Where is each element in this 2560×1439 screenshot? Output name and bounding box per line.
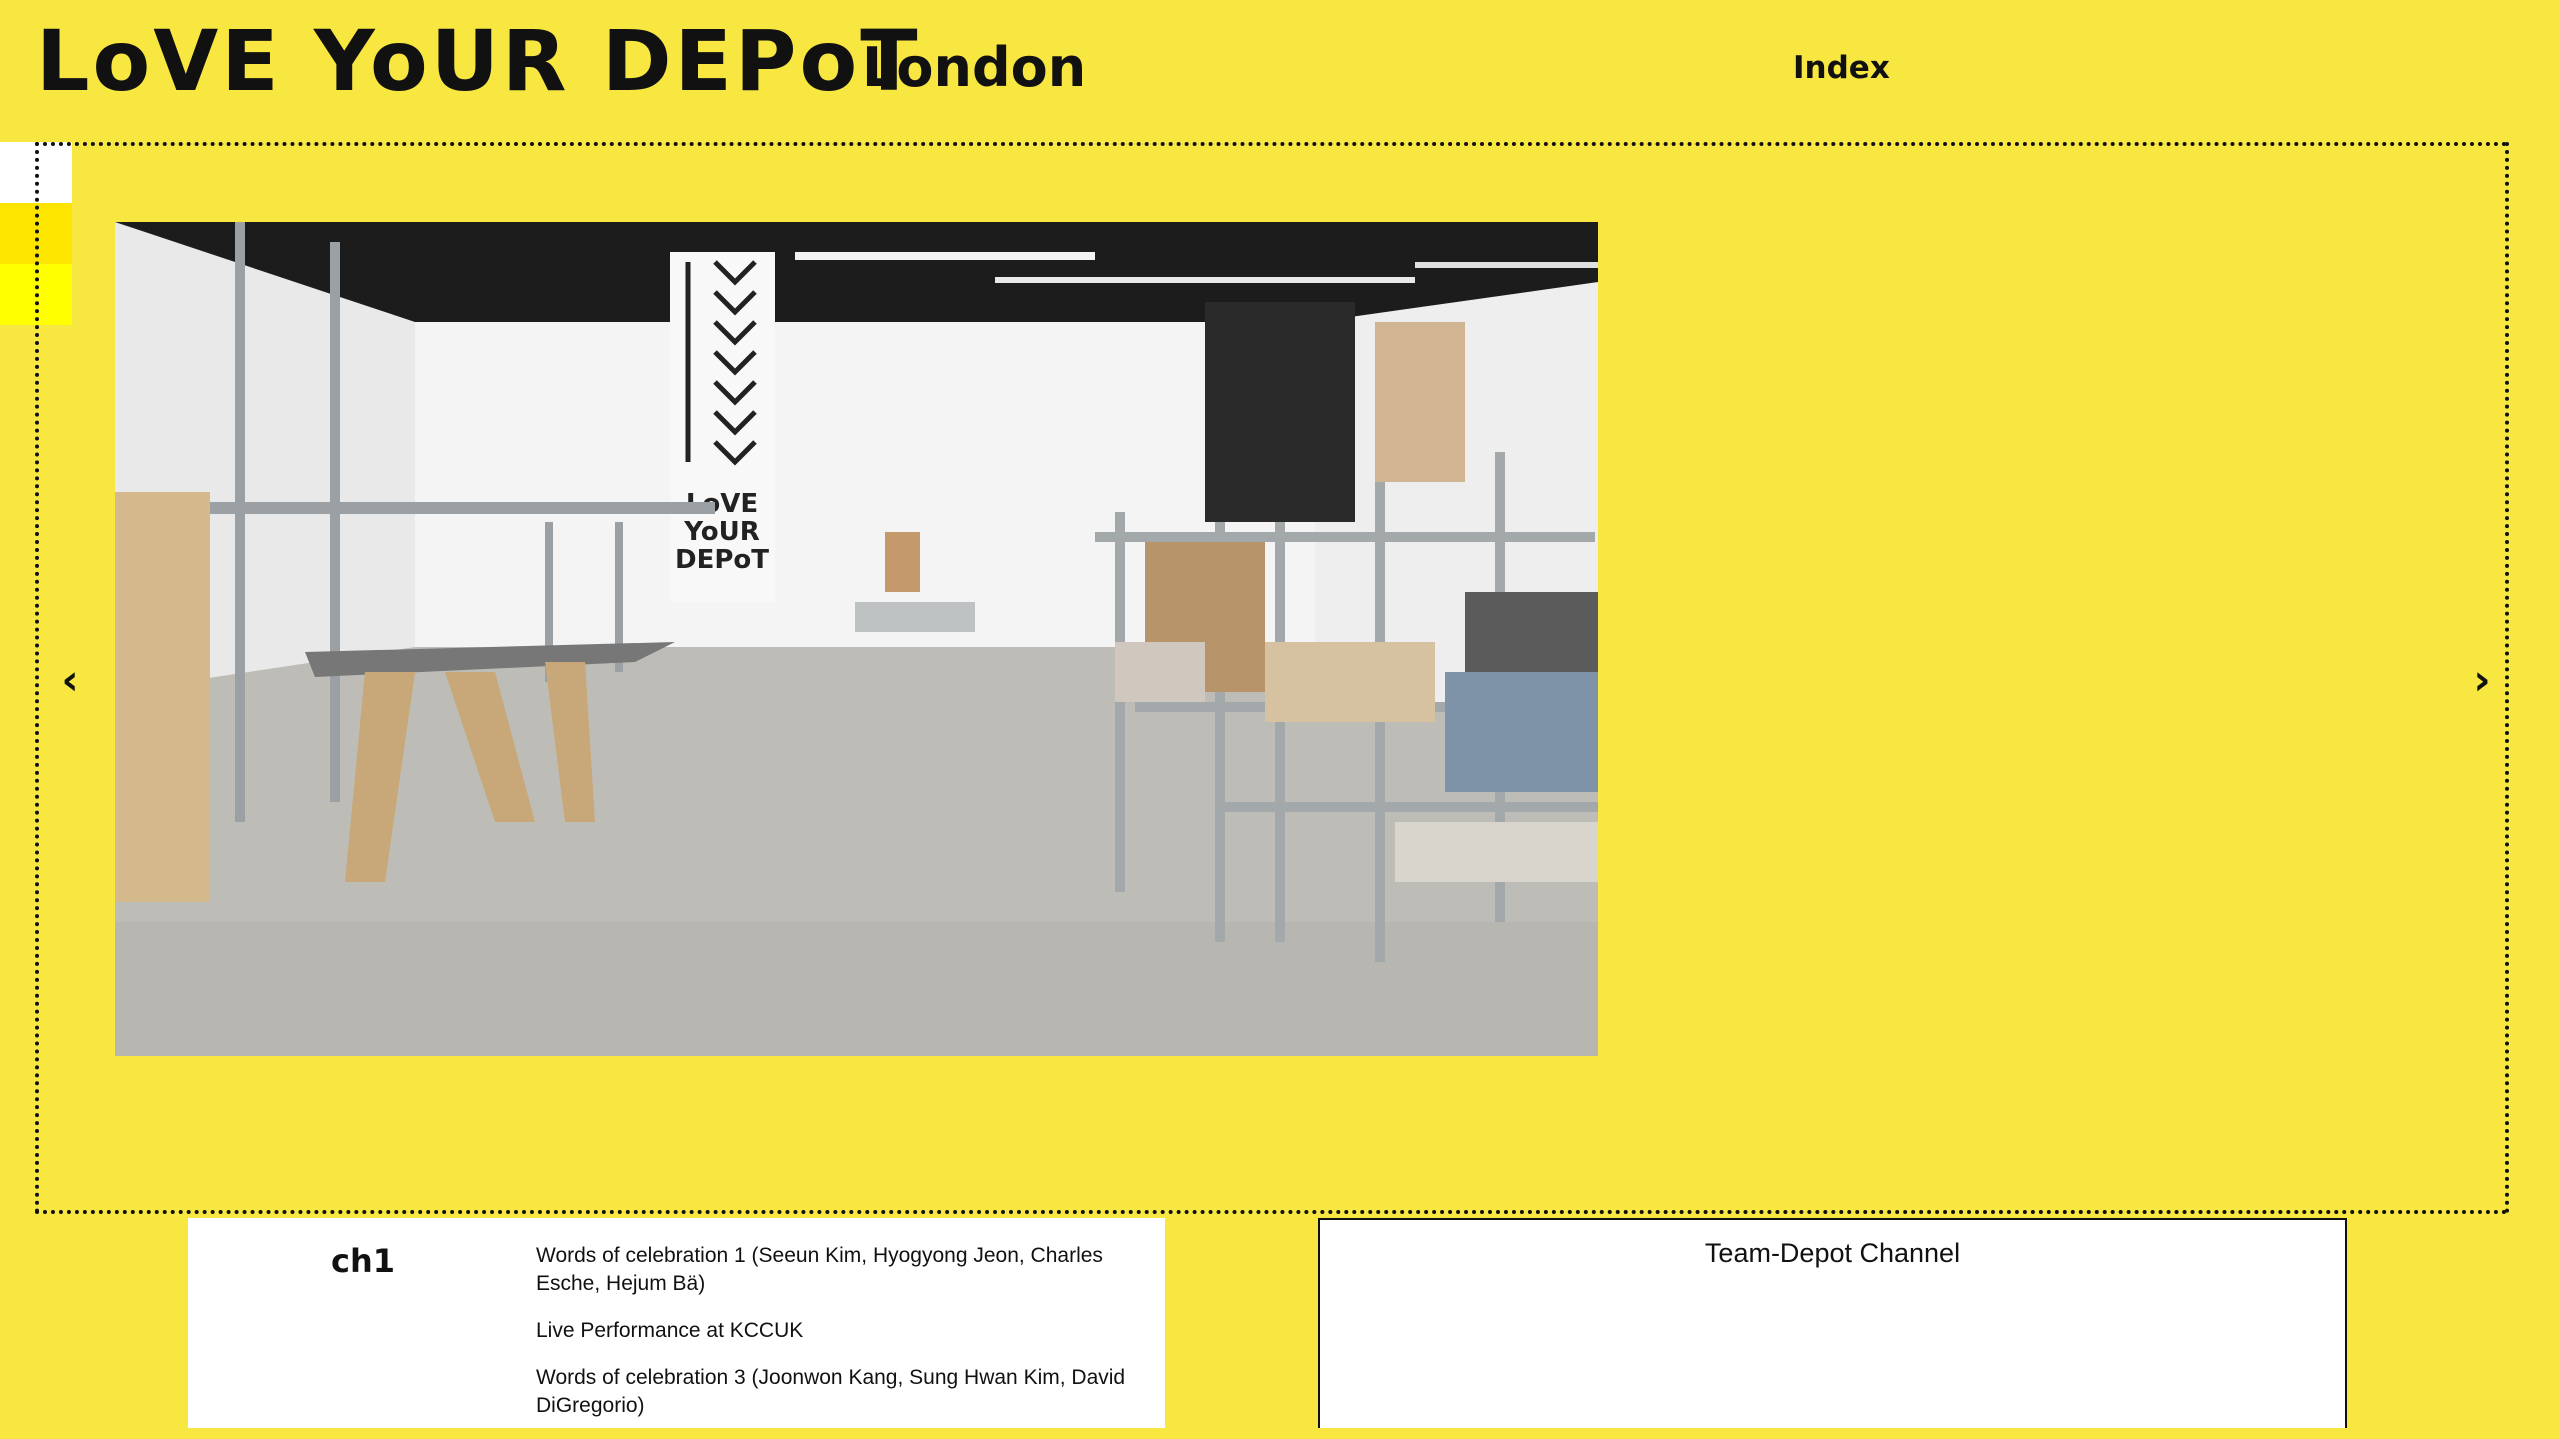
- channel-title: Team-Depot Channel: [1704, 1238, 1961, 1268]
- location-label: London: [862, 36, 1087, 99]
- site-logo[interactable]: LoVE YoUR DEPoT: [36, 6, 921, 116]
- chapters-panel: ch1 Words of celebration 1 (Seeun Kim, H…: [188, 1218, 1165, 1428]
- index-link[interactable]: Index: [1793, 48, 1890, 88]
- chapter-list: Words of celebration 1 (Seeun Kim, Hyogy…: [536, 1242, 1136, 1439]
- chapter-item[interactable]: Words of celebration 1 (Seeun Kim, Hyogy…: [536, 1242, 1136, 1298]
- photo-sign-line-2: YoUR: [683, 517, 759, 547]
- carousel-next-button[interactable]: ›: [2462, 650, 2502, 710]
- depot-photo-illustration: LoVE YoUR DEPoT: [115, 222, 1598, 1056]
- photo-sign-line-3: DEPoT: [675, 545, 769, 575]
- chapter-label: ch1: [331, 1242, 396, 1280]
- site-header: LoVE YoUR DEPoT London Index: [0, 0, 2560, 140]
- channel-panel: Team-Depot Channel: [1318, 1218, 2347, 1428]
- chapter-item[interactable]: Words of celebration 3 (Joonwon Kang, Su…: [536, 1364, 1136, 1420]
- carousel-prev-button[interactable]: ‹: [50, 650, 90, 710]
- chapter-item[interactable]: Live Performance at KCCUK: [536, 1317, 1136, 1345]
- carousel-photo: LoVE YoUR DEPoT: [115, 222, 1598, 1056]
